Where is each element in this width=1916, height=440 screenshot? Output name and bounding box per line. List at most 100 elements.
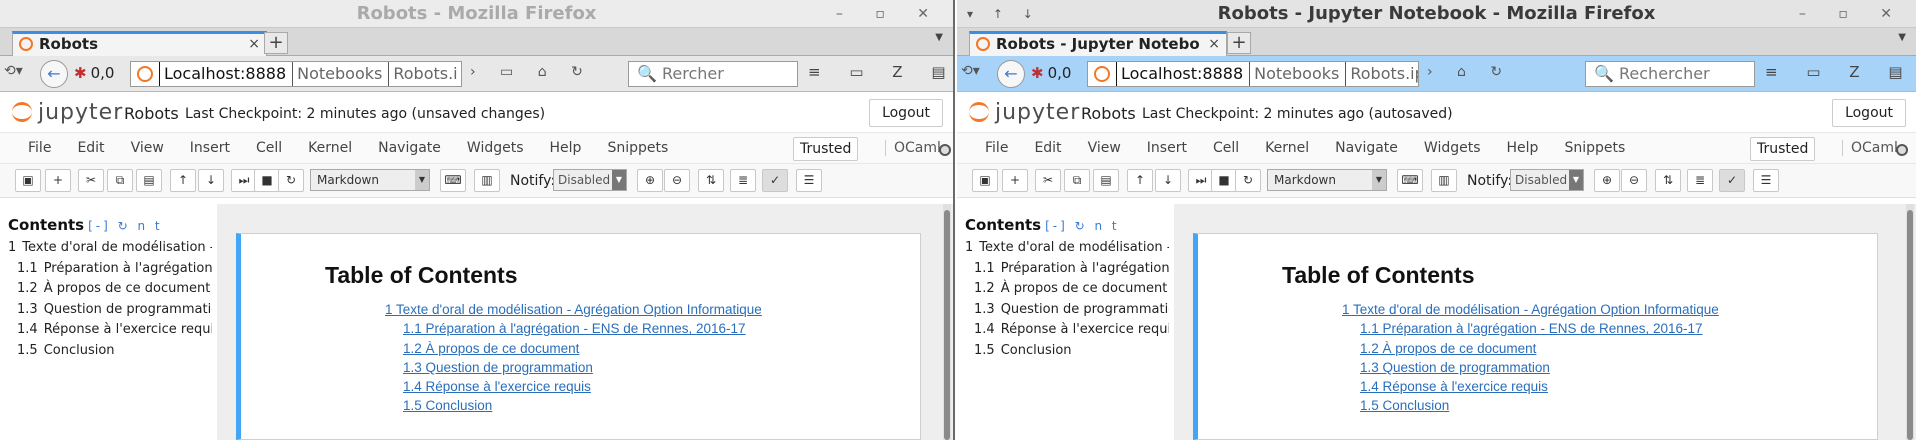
url-action-icons[interactable]: › ▭ ⌂ ↻ — [470, 64, 593, 80]
jupyter-logo[interactable]: jupyter — [969, 100, 1080, 125]
toc-link[interactable]: 1.3 Question de programmation — [385, 358, 762, 377]
copy-icon[interactable]: ⧉ — [107, 169, 133, 192]
cell-type-select[interactable]: Markdown ▼ — [1267, 169, 1387, 191]
scrollbar-thumb[interactable] — [944, 210, 950, 440]
jupyter-logo[interactable]: jupyter — [12, 100, 123, 125]
tab-robots-jupyter[interactable]: Robots - Jupyter Notebo × — [969, 31, 1227, 56]
toc-sidebar-item[interactable]: 1.2 À propos de ce document — [965, 279, 1169, 300]
toc-link[interactable]: 1.1 Préparation à l'agrégation - ENS de … — [385, 319, 762, 338]
back-button[interactable]: ← — [40, 60, 68, 88]
toc-link[interactable]: 1 Texte d'oral de modélisation - Agrégat… — [385, 300, 762, 319]
chart-icon[interactable]: ▥ — [1431, 169, 1457, 192]
menu-widgets[interactable]: Widgets — [1424, 140, 1481, 156]
menu-file[interactable]: File — [28, 140, 51, 156]
toc-link[interactable]: 1.3 Question de programmation — [1342, 358, 1719, 377]
window-controls[interactable]: – ▫ ✕ — [1799, 0, 1906, 28]
toc-sidebar-item[interactable]: 1.4 Réponse à l'exercice requis — [8, 320, 212, 341]
menu-help[interactable]: Help — [1507, 140, 1539, 156]
window-menu-icons[interactable]: ▾ ↑ ↓ — [967, 0, 1041, 28]
paste-icon[interactable]: ▤ — [136, 169, 162, 192]
cut-icon[interactable]: ✂ — [1035, 169, 1061, 192]
search-input[interactable]: 🔍 Rechercher — [1585, 61, 1755, 87]
toc-link[interactable]: 1.5 Conclusion — [1342, 396, 1719, 415]
trusted-indicator[interactable]: Trusted — [793, 137, 859, 161]
sort-icon[interactable]: ⇅ — [698, 169, 724, 192]
toc-sidebar-item[interactable]: 1.5 Conclusion — [8, 341, 212, 362]
list-icon[interactable]: ≣ — [1687, 169, 1713, 192]
toc-icon[interactable]: ☰ — [796, 169, 822, 192]
keyboard-icon[interactable]: ⌨ — [440, 169, 466, 192]
menu-navigate[interactable]: Navigate — [1335, 140, 1398, 156]
zoom-out-icon[interactable]: ⊖ — [664, 169, 690, 192]
cell-type-select[interactable]: Markdown ▼ — [310, 169, 430, 191]
spellcheck-icon[interactable]: ✓ — [762, 169, 788, 192]
toc-sidebar-item[interactable]: 1.5 Conclusion — [965, 341, 1169, 362]
paste-icon[interactable]: ▤ — [1093, 169, 1119, 192]
toc-link[interactable]: 1.5 Conclusion — [385, 396, 762, 415]
menu-help[interactable]: Help — [550, 140, 582, 156]
browser-menu-icons[interactable]: ≡ ▭ Z ▤ — [1765, 63, 1915, 81]
stop-icon[interactable]: ■ — [1211, 169, 1237, 192]
markdown-cell[interactable]: Table of Contents 1 Texte d'oral de modé… — [1193, 233, 1878, 440]
zoom-out-icon[interactable]: ⊖ — [1621, 169, 1647, 192]
tab-close-icon[interactable]: × — [1208, 34, 1220, 54]
notebook-name[interactable]: Robots — [1081, 104, 1136, 123]
url-crumb-notebooks[interactable]: Notebooks — [292, 62, 388, 86]
toc-controls[interactable]: [-] ↻ n t — [88, 219, 163, 233]
notify-select[interactable]: Disabled ▼ — [553, 169, 627, 191]
tab-robots[interactable]: Robots × — [12, 31, 267, 56]
menu-cell[interactable]: Cell — [256, 140, 282, 156]
toc-sidebar-item[interactable]: 1.3 Question de programmation — [965, 300, 1169, 321]
save-icon[interactable]: ▣ — [972, 169, 998, 192]
tab-list-chevron-icon[interactable]: ▼ — [1898, 32, 1906, 43]
markdown-cell[interactable]: Table of Contents 1 Texte d'oral de modé… — [236, 233, 921, 440]
toc-link[interactable]: 1.2 À propos de ce document — [385, 339, 762, 358]
zoom-in-icon[interactable]: ⊕ — [637, 169, 663, 192]
url-crumb-file[interactable]: Robots.ipyn — [1345, 62, 1418, 86]
toc-link[interactable]: 1 Texte d'oral de modélisation - Agrégat… — [1342, 300, 1719, 319]
toc-link[interactable]: 1.1 Préparation à l'agrégation - ENS de … — [1342, 319, 1719, 338]
toc-sidebar-item[interactable]: 1.3 Question de programmation — [8, 300, 212, 321]
restart-icon[interactable]: ↻ — [278, 169, 304, 192]
addon-counter[interactable]: ✱ 0,0 — [1031, 64, 1071, 82]
toc-link[interactable]: 1.2 À propos de ce document — [1342, 339, 1719, 358]
list-icon[interactable]: ≣ — [730, 169, 756, 192]
history-icon[interactable]: ⟲▾ — [961, 63, 980, 79]
menu-view[interactable]: View — [131, 140, 164, 156]
window-controls[interactable]: – ▫ ✕ — [836, 0, 943, 28]
move-down-icon[interactable]: ↓ — [198, 169, 224, 192]
toc-sidebar-item[interactable]: 1.1Préparation à l'agrégation - E — [965, 259, 1169, 280]
menu-edit[interactable]: Edit — [1034, 140, 1061, 156]
add-cell-icon[interactable]: + — [45, 169, 71, 192]
addon-counter[interactable]: ✱ 0,0 — [74, 64, 114, 82]
url-crumb-notebooks[interactable]: Notebooks — [1249, 62, 1345, 86]
scrollbar-thumb[interactable] — [1907, 210, 1913, 440]
menu-snippets[interactable]: Snippets — [1564, 140, 1625, 156]
menu-insert[interactable]: Insert — [1147, 140, 1187, 156]
keyboard-icon[interactable]: ⌨ — [1397, 169, 1423, 192]
url-host[interactable]: Localhost:8888 — [159, 62, 292, 86]
toc-link[interactable]: 1.4 Réponse à l'exercice requis — [1342, 377, 1719, 396]
save-icon[interactable]: ▣ — [15, 169, 41, 192]
menu-view[interactable]: View — [1088, 140, 1121, 156]
stop-icon[interactable]: ■ — [254, 169, 280, 192]
menu-cell[interactable]: Cell — [1213, 140, 1239, 156]
toc-sidebar-item[interactable]: 1.1Préparation à l'agrégation - E — [8, 259, 212, 280]
sort-icon[interactable]: ⇅ — [1655, 169, 1681, 192]
restart-icon[interactable]: ↻ — [1235, 169, 1261, 192]
browser-menu-icons[interactable]: ≡ ▭ Z ▤ — [808, 63, 953, 81]
new-tab-button[interactable]: + — [264, 32, 288, 54]
menu-widgets[interactable]: Widgets — [467, 140, 524, 156]
url-action-icons[interactable]: › ⌂ ↻ — [1427, 64, 1512, 80]
menu-insert[interactable]: Insert — [190, 140, 230, 156]
toc-sidebar-item[interactable]: 1.4 Réponse à l'exercice requis — [965, 320, 1169, 341]
back-button[interactable]: ← — [997, 60, 1025, 88]
logout-button[interactable]: Logout — [1832, 99, 1906, 127]
toc-controls[interactable]: [-] ↻ n t — [1045, 219, 1120, 233]
spellcheck-icon[interactable]: ✓ — [1719, 169, 1745, 192]
chart-icon[interactable]: ▥ — [474, 169, 500, 192]
toc-icon[interactable]: ☰ — [1753, 169, 1779, 192]
cut-icon[interactable]: ✂ — [78, 169, 104, 192]
move-up-icon[interactable]: ↑ — [1127, 169, 1153, 192]
search-input[interactable]: 🔍 Rercher — [628, 61, 798, 87]
